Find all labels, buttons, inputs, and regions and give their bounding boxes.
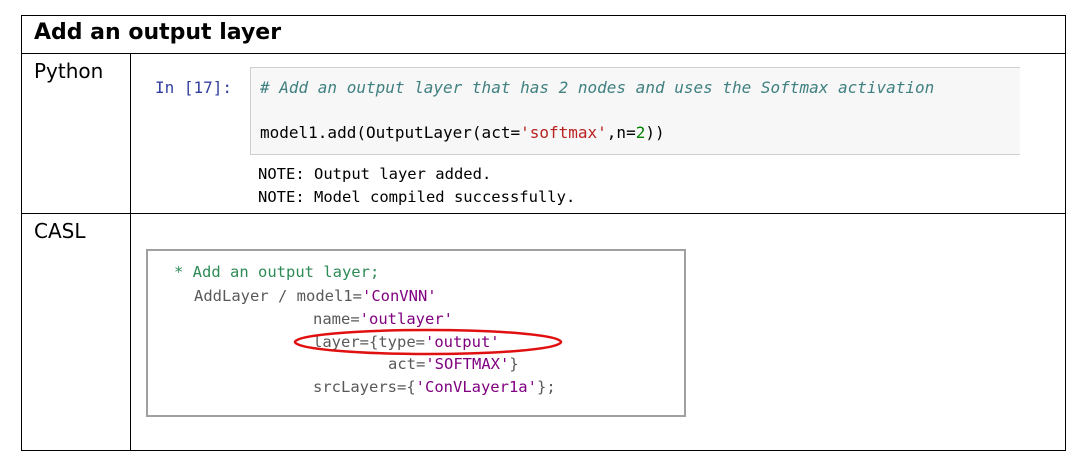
casl-name-string: 'outlayer' (359, 310, 453, 328)
casl-model-string: 'ConVNN' (361, 287, 437, 305)
casl-line-addlayer: AddLayer / model1='ConVNN' (194, 287, 437, 305)
output-line-1: NOTE: Output layer added. (258, 165, 492, 183)
cell-prompt: In [17]: (155, 78, 233, 97)
casl-label: CASL (34, 219, 86, 243)
highlight-ellipse (293, 328, 563, 356)
casl-src-close: }; (536, 378, 556, 396)
casl-act-text: act= (388, 355, 426, 373)
casl-act-string: 'SOFTMAX' (425, 355, 510, 373)
table-title: Add an output layer (34, 20, 282, 45)
casl-addlayer-text: AddLayer / model1= (194, 287, 362, 305)
casl-label-cell: CASL (22, 213, 131, 450)
code-cell[interactable]: # Add an output layer that has 2 nodes a… (250, 67, 1020, 155)
code-comment: # Add an output layer that has 2 nodes a… (260, 78, 935, 97)
code-prefix: model1.add(OutputLayer(act= (260, 123, 521, 142)
casl-name-text: name= (313, 310, 360, 328)
casl-line-act: act='SOFTMAX'} (388, 355, 519, 373)
casl-act-close: } (509, 355, 519, 373)
python-label: Python (34, 59, 104, 83)
title-row: Add an output layer (22, 16, 1065, 54)
code-mid: ,n= (606, 123, 636, 142)
casl-src-string: 'ConVLayer1a' (415, 378, 537, 396)
casl-line-name: name='outlayer' (313, 310, 453, 328)
python-label-cell: Python (22, 53, 131, 213)
code-line: model1.add(OutputLayer(act='softmax',n=2… (260, 123, 665, 142)
casl-src-text: srcLayers={ (313, 378, 416, 396)
output-line-2: NOTE: Model compiled successfully. (258, 188, 576, 206)
casl-comment: * Add an output layer; (174, 263, 380, 281)
code-number-n: 2 (635, 123, 646, 142)
code-string-act: 'softmax' (520, 123, 607, 142)
comparison-table: Add an output layer Python CASL In [17]:… (21, 15, 1066, 451)
casl-line-srclayers: srcLayers={'ConVLayer1a'}; (313, 378, 556, 396)
code-suffix: )) (645, 123, 665, 142)
